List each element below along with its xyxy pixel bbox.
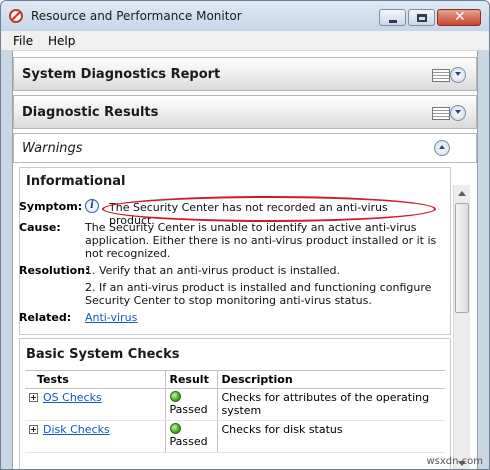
menu-help[interactable]: Help — [48, 34, 75, 48]
report-view-icon[interactable] — [432, 69, 450, 82]
section-title: System Diagnostics Report — [22, 67, 221, 82]
symptom-label: Symptom: — [19, 200, 83, 213]
chevron-up-icon[interactable] — [434, 140, 450, 156]
column-header-result[interactable]: Result — [164, 370, 217, 389]
title-bar[interactable]: Resource and Performance Monitor ✕ — [1, 1, 489, 31]
section-diagnostic-results[interactable]: Diagnostic Results — [13, 95, 477, 129]
section-warnings[interactable]: Warnings — [13, 133, 477, 163]
header-controls — [432, 67, 468, 85]
maximize-button[interactable] — [408, 9, 435, 26]
resolution-step-1: 1. Verify that an anti-virus product is … — [85, 264, 341, 277]
informational-title: Informational — [26, 174, 126, 189]
test-cell: Disk Checks — [25, 420, 165, 453]
green-check-icon — [169, 423, 181, 434]
table-row: OS Checks Passed Checks for attributes o… — [25, 388, 445, 421]
chevron-down-icon[interactable] — [450, 67, 466, 83]
description-cell: Checks for attributes of the operating s… — [216, 388, 445, 421]
highlight-ellipse — [102, 196, 436, 222]
section-title: Warnings — [22, 141, 83, 156]
expand-icon[interactable] — [29, 393, 38, 402]
scroll-up-icon[interactable] — [458, 191, 466, 196]
minimize-icon — [389, 20, 397, 23]
result-text: Passed — [169, 403, 208, 416]
app-window: Resource and Performance Monitor ✕ File … — [0, 0, 490, 470]
no-entry-icon — [9, 9, 23, 23]
column-header-description[interactable]: Description — [216, 370, 445, 389]
report-view-icon[interactable] — [432, 107, 450, 120]
watermark: wsxdn.com — [426, 456, 483, 467]
result-cell: Passed — [164, 388, 217, 421]
test-cell: OS Checks — [25, 388, 165, 421]
checks-table: Tests Result Description OS Checks Passe… — [25, 370, 445, 453]
result-text: Passed — [169, 435, 208, 448]
menu-file[interactable]: File — [13, 34, 33, 48]
minimize-button[interactable] — [379, 9, 406, 26]
column-header-tests[interactable]: Tests — [25, 370, 165, 389]
green-check-icon — [169, 391, 181, 402]
description-cell: Checks for disk status — [216, 420, 445, 453]
section-title: Diagnostic Results — [22, 105, 159, 120]
scroll-thumb[interactable] — [455, 203, 469, 313]
section-system-diagnostics[interactable]: System Diagnostics Report — [13, 57, 477, 91]
basic-checks-title: Basic System Checks — [26, 347, 180, 362]
test-link[interactable]: Disk Checks — [43, 423, 110, 436]
resolution-label: Resolution: — [19, 264, 90, 277]
maximize-icon — [417, 14, 427, 22]
close-icon: ✕ — [454, 9, 466, 25]
related-link[interactable]: Anti-virus — [85, 311, 137, 324]
close-button[interactable]: ✕ — [437, 9, 481, 26]
header-controls — [432, 105, 468, 123]
report-content: System Diagnostics Report Diagnostic Res… — [12, 51, 478, 469]
test-link[interactable]: OS Checks — [43, 391, 102, 404]
cause-label: Cause: — [19, 221, 61, 234]
window-title: Resource and Performance Monitor — [31, 9, 242, 23]
result-cell: Passed — [164, 420, 217, 453]
expand-icon[interactable] — [29, 425, 38, 434]
vertical-scrollbar[interactable] — [453, 185, 470, 469]
menu-bar: File Help — [1, 31, 489, 51]
cause-text: The Security Center is unable to identif… — [85, 221, 437, 260]
table-header-row: Tests Result Description — [25, 370, 445, 389]
resolution-step-2: 2. If an anti-virus product is installed… — [85, 281, 432, 307]
related-label: Related: — [19, 311, 72, 324]
table-row: Disk Checks Passed Checks for disk statu… — [25, 420, 445, 453]
chevron-down-icon[interactable] — [450, 105, 466, 121]
info-icon: i — [85, 199, 99, 213]
